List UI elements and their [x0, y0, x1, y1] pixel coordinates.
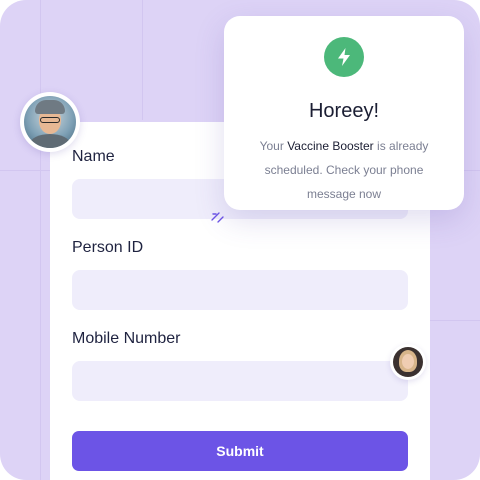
notification-title: Horeey!	[308, 100, 380, 122]
message-prefix: Your	[259, 139, 284, 153]
click-spark-icon	[211, 212, 224, 223]
avatar-small	[390, 344, 426, 380]
background-grid-line	[430, 320, 480, 321]
lightning-bolt-icon	[324, 37, 364, 77]
avatar	[20, 92, 80, 152]
name-label: Name	[72, 148, 115, 165]
success-notification: Horeey! Your Vaccine Booster is already …	[224, 16, 464, 210]
background-grid-line	[40, 0, 41, 480]
user-photo	[393, 347, 423, 377]
user-photo	[24, 96, 76, 148]
mobile-number-input[interactable]	[72, 361, 408, 401]
notification-message: Your Vaccine Booster is already schedule…	[244, 134, 444, 206]
submit-button[interactable]: Submit	[72, 431, 408, 471]
app-stage: Name Person ID Mobile Number Submit Hore…	[0, 0, 480, 480]
background-grid-line	[142, 0, 143, 120]
message-highlight: Vaccine Booster	[287, 139, 374, 153]
mobile-number-label: Mobile Number	[72, 330, 181, 347]
person-id-label: Person ID	[72, 239, 144, 256]
person-id-input[interactable]	[72, 270, 408, 310]
